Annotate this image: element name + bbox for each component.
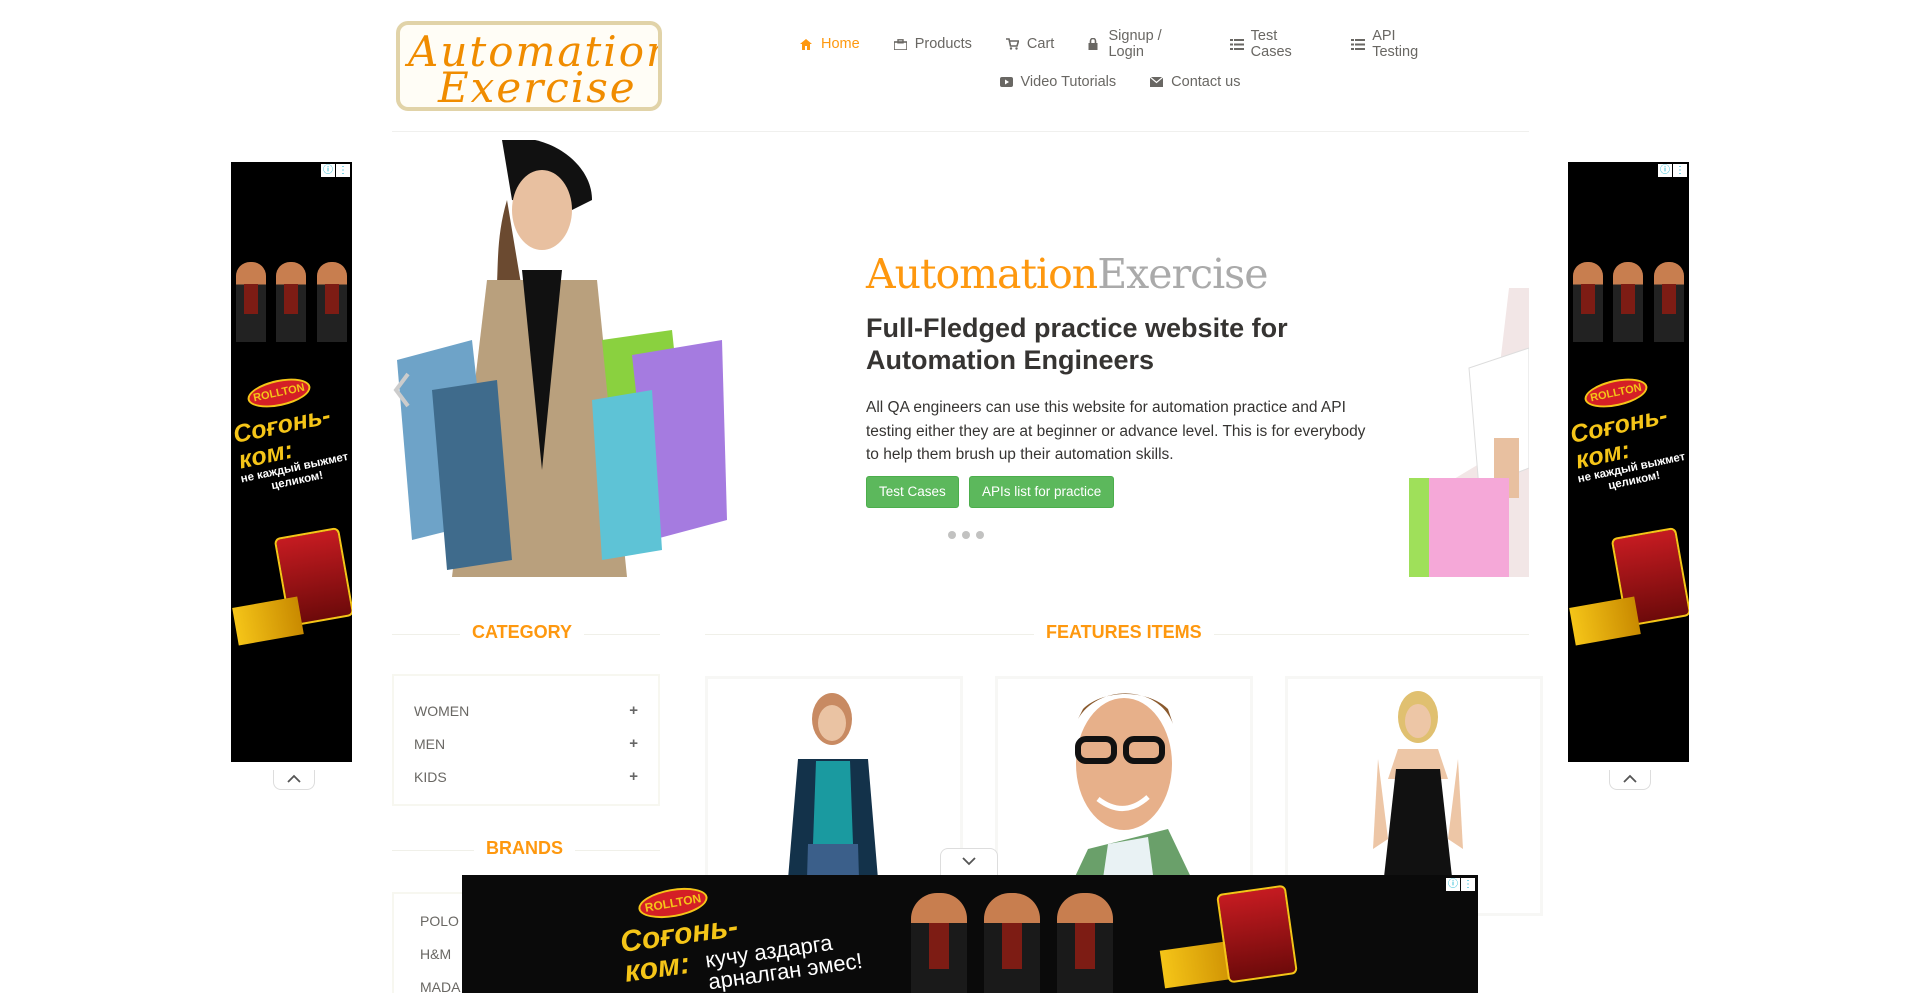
right-ad-collapse-button[interactable] [1609, 770, 1651, 790]
nav-video-label: Video Tutorials [1020, 74, 1117, 90]
nav-contact-us[interactable]: Contact us [1150, 74, 1240, 90]
category-panel: WOMEN + MEN + KIDS + [392, 674, 660, 806]
features-title: Features Items [1034, 622, 1214, 643]
category-item-kids[interactable]: KIDS + [414, 760, 638, 793]
nav-products[interactable]: Products [893, 28, 972, 60]
list-icon [1351, 38, 1366, 50]
category-title: Category [460, 622, 585, 643]
main-nav: Home Products Cart Signup / Login Test C… [800, 28, 1440, 104]
lock-icon [1088, 38, 1101, 50]
nav-home-label: Home [821, 36, 860, 52]
shopping-girl-image [392, 140, 732, 577]
ad-close-icon[interactable]: ⋮ [1673, 164, 1687, 177]
ad-people-image [231, 252, 352, 342]
slider-brand-b: Exercise [1097, 250, 1268, 298]
logo-line2: Exercise [438, 63, 637, 111]
ad-info-icon[interactable]: ⓘ [1658, 164, 1672, 177]
nav-cart[interactable]: Cart [1005, 28, 1055, 60]
ad-people-image [902, 885, 1122, 993]
category-label: WOMEN [414, 702, 470, 719]
slider-prev-arrow[interactable] [392, 370, 420, 420]
nav-products-label: Products [914, 36, 972, 52]
site-logo[interactable]: Automation Exercise [396, 21, 662, 111]
nav-signup-label: Signup / Login [1108, 28, 1162, 60]
slider-indicators [948, 531, 984, 539]
left-ad-collapse-button[interactable] [273, 770, 315, 790]
ad-product-image [1216, 884, 1298, 984]
bottom-ad-collapse-button[interactable] [940, 848, 998, 875]
nav-api-testing[interactable]: API Testing [1351, 28, 1440, 60]
category-item-men[interactable]: MEN + [414, 727, 638, 760]
brands-title: Brands [474, 838, 576, 859]
cart-icon [1005, 38, 1020, 50]
list-icon [1229, 38, 1244, 50]
category-label: KIDS [414, 768, 447, 785]
ad-people-image [1568, 252, 1689, 342]
nav-cart-label: Cart [1026, 36, 1055, 52]
chevron-left-icon [393, 372, 410, 408]
test-cases-button[interactable]: Test Cases [866, 476, 959, 508]
slider-dot[interactable] [948, 531, 956, 539]
slider-title: Full-Fledged practice website for Automa… [866, 313, 1288, 375]
hero-slider: AutomationExercise Full-Fledged practice… [392, 140, 1529, 577]
second-model-image [1409, 288, 1529, 577]
ad-info-icon[interactable]: ⓘ [321, 164, 335, 177]
header-divider [392, 131, 1529, 132]
ad-close-icon[interactable]: ⋮ [336, 164, 350, 177]
chevron-up-icon [1623, 774, 1637, 783]
apis-list-button[interactable]: APIs list for practice [969, 476, 1115, 508]
ad-info-icon[interactable]: ⓘ [1446, 878, 1460, 891]
category-item-women[interactable]: WOMEN + [414, 694, 638, 727]
chevron-up-icon [287, 774, 301, 783]
slider-brand-a: Automation [866, 250, 1098, 298]
right-side-ad[interactable]: ⓘ ⋮ ROLLTON Соғонь-ком: не каждый выжмет … [1568, 162, 1689, 762]
nav-home[interactable]: Home [800, 28, 860, 60]
home-icon [800, 38, 814, 50]
slider-dot[interactable] [976, 531, 984, 539]
slider-description: All QA engineers can use this website fo… [866, 399, 1366, 463]
nav-api-testing-label: API Testing [1372, 28, 1419, 60]
slider-brand: AutomationExercise [866, 250, 1268, 298]
plus-icon[interactable]: + [629, 768, 638, 785]
category-label: MEN [414, 735, 446, 752]
bottom-anchor-ad[interactable]: ⓘ ⋮ ROLLTON Соғонь-ком: кучу аздарга арна… [462, 875, 1478, 993]
nav-contact-label: Contact us [1171, 74, 1241, 90]
chevron-down-icon [962, 857, 976, 866]
slider-dot[interactable] [962, 531, 970, 539]
plus-icon[interactable]: + [629, 702, 638, 719]
envelope-icon [1150, 77, 1164, 87]
left-side-ad[interactable]: ⓘ ⋮ ROLLTON Соғонь-ком: не каждый выжмет … [231, 162, 352, 762]
ad-box-image [232, 596, 304, 646]
nav-signup-login[interactable]: Signup / Login [1088, 28, 1195, 60]
products-icon [893, 38, 908, 50]
nav-video-tutorials[interactable]: Video Tutorials [999, 74, 1117, 90]
youtube-icon [999, 77, 1014, 87]
ad-box-image [1569, 596, 1641, 646]
nav-test-cases-label: Test Cases [1250, 28, 1292, 60]
nav-test-cases[interactable]: Test Cases [1229, 28, 1318, 60]
plus-icon[interactable]: + [629, 735, 638, 752]
ad-close-icon[interactable]: ⋮ [1461, 878, 1475, 891]
